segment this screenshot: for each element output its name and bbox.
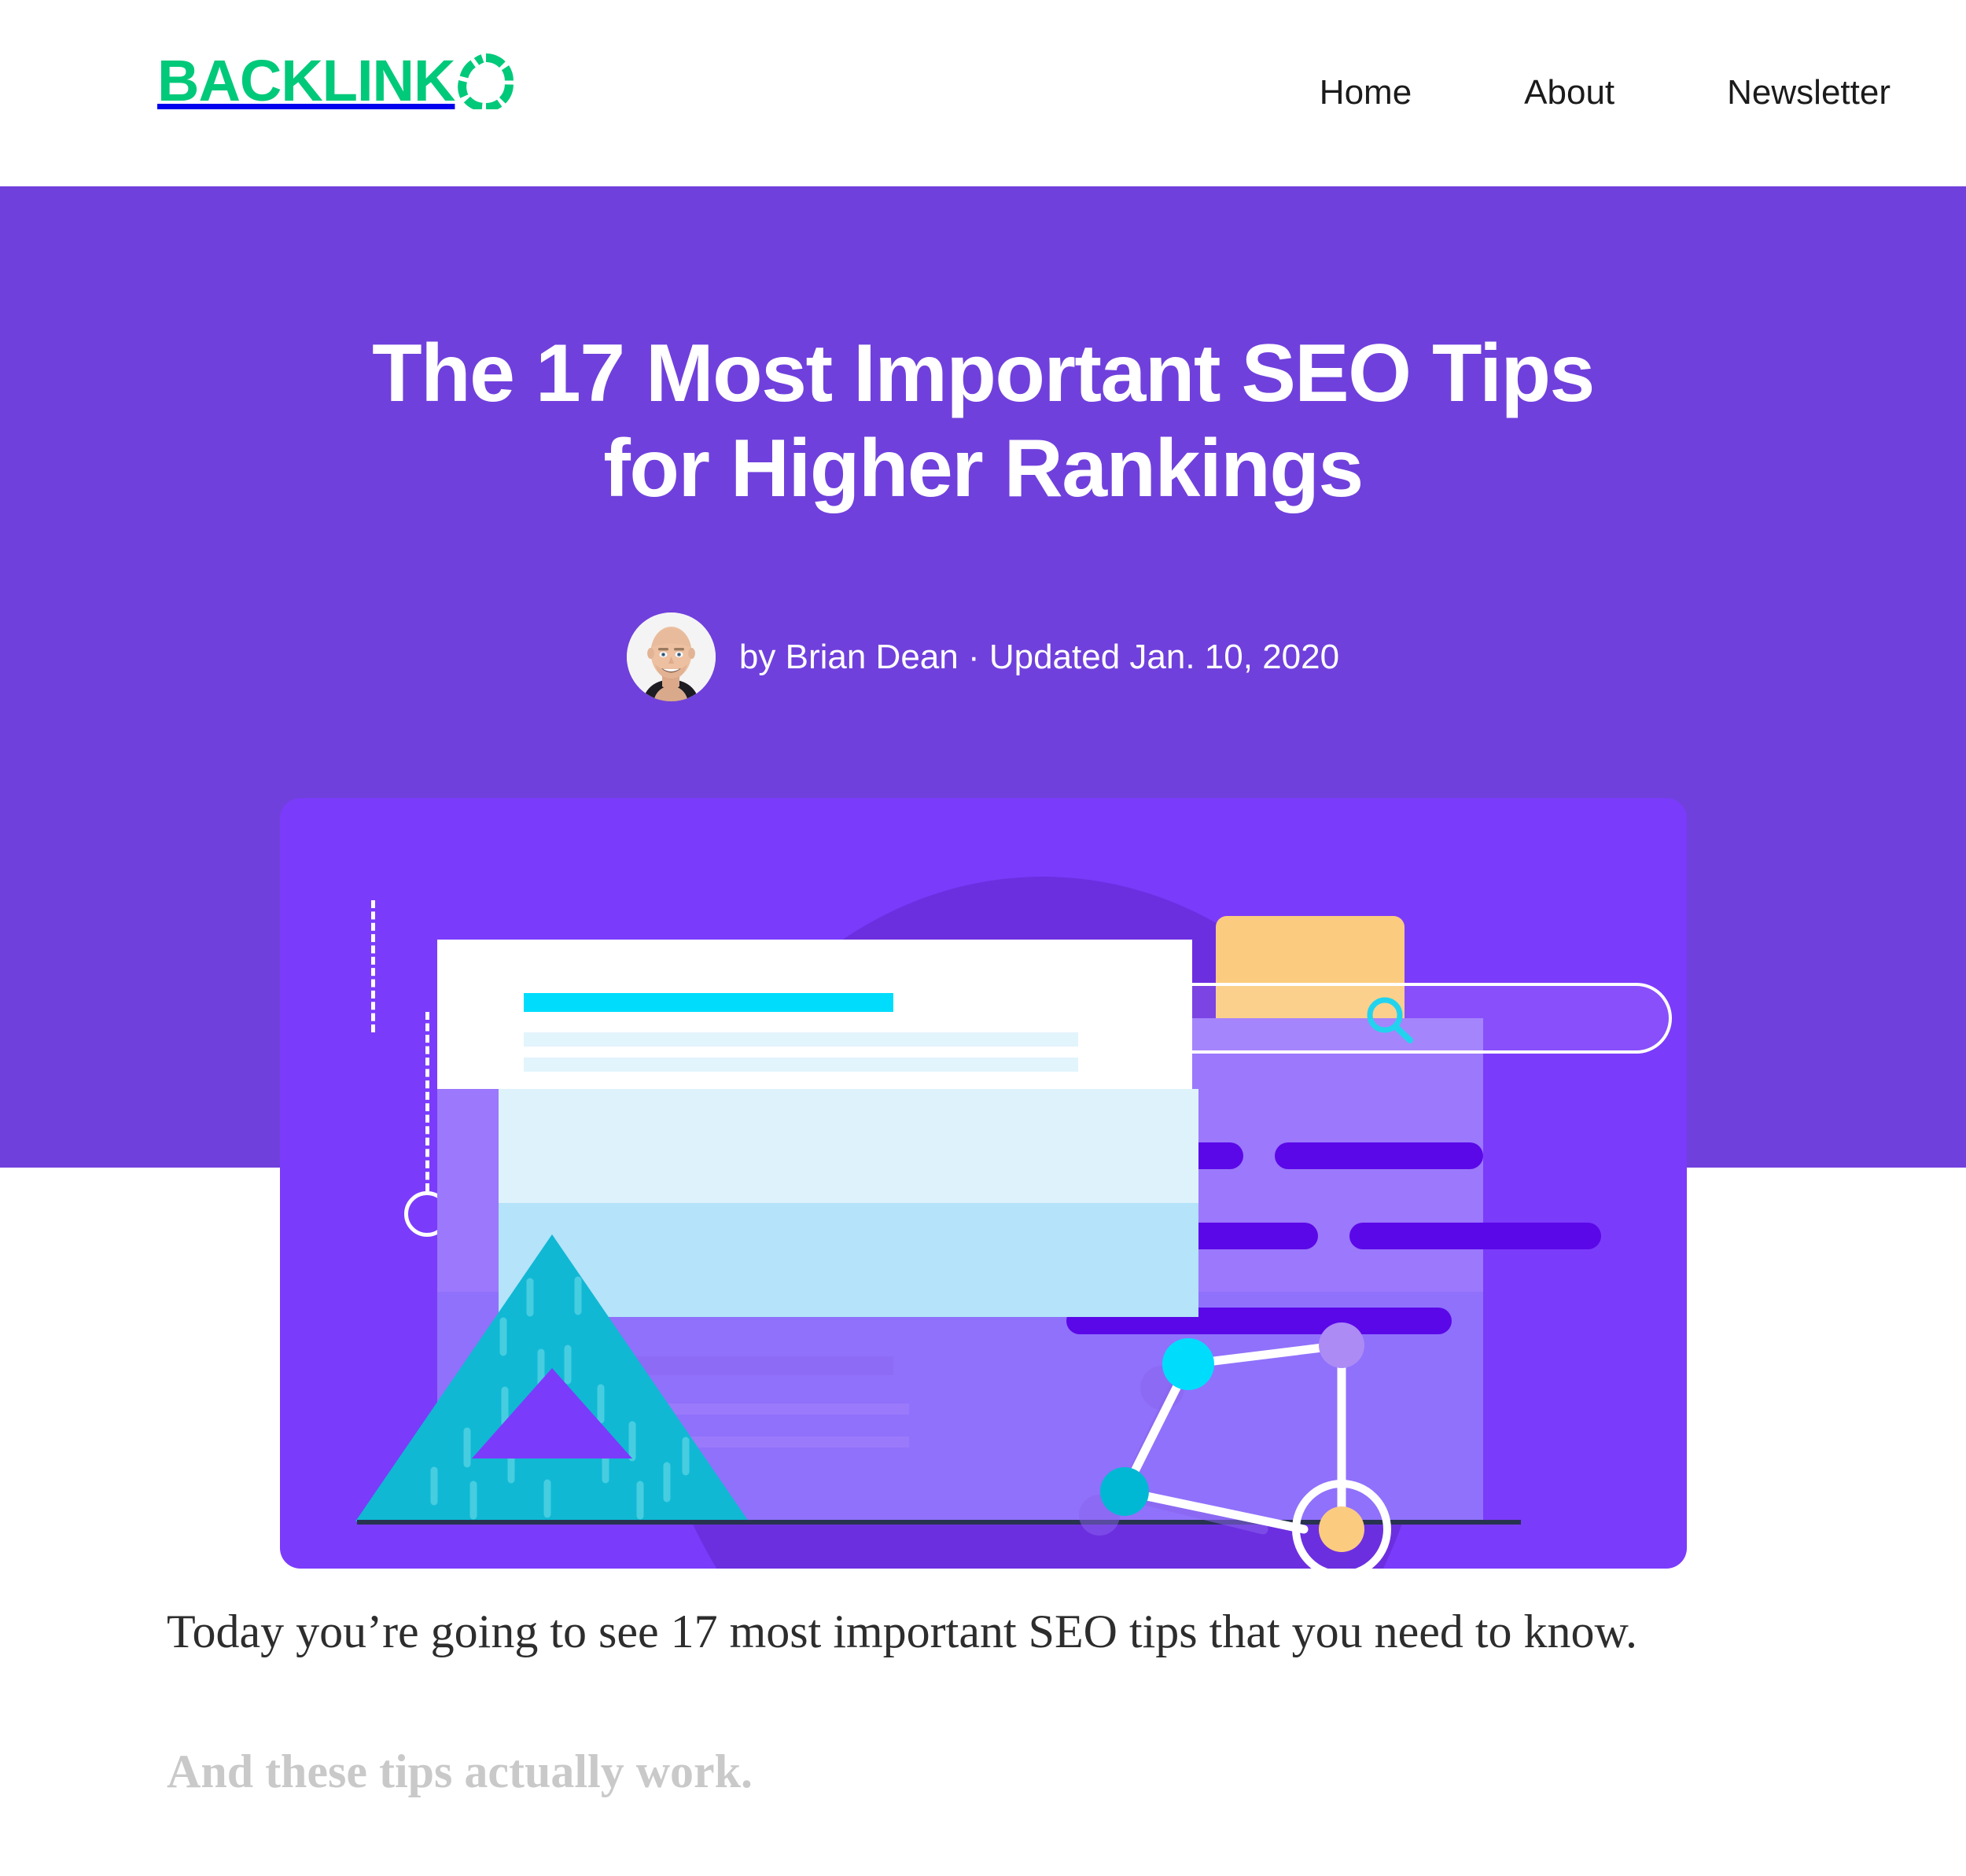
article-body: Today you’re going to see 17 most import… — [167, 1596, 1818, 1876]
hero-illustration — [280, 798, 1687, 1569]
page-title-line-1: The 17 Most Important SEO Tips — [372, 328, 1595, 419]
nav-item-newsletter[interactable]: Newsletter — [1727, 75, 1891, 110]
nav-item-home[interactable]: Home — [1320, 75, 1412, 110]
site-header: BACKLINK Home About Newsletter — [0, 0, 1966, 186]
avatar — [626, 612, 716, 701]
site-logo[interactable]: BACKLINK — [157, 52, 514, 110]
deep-purple-dash — [1275, 1142, 1483, 1169]
article-paragraph-2: And these tips actually work. — [167, 1745, 753, 1797]
node-cyan — [1162, 1338, 1214, 1390]
node-lavender — [1319, 1322, 1364, 1368]
article-paragraph-1: Today you’re going to see 17 most import… — [167, 1606, 1637, 1657]
node-yellow — [1319, 1506, 1364, 1552]
main-navigation: Home About Newsletter — [1320, 75, 1891, 110]
deep-purple-dash — [1349, 1223, 1601, 1249]
segmented-circle-icon — [458, 53, 514, 109]
document-title-bar — [524, 993, 893, 1012]
document-text-line — [524, 1058, 1078, 1072]
dashed-guide-line — [371, 900, 375, 1032]
pale-blue-panel — [499, 1089, 1198, 1203]
page-title: The 17 Most Important SEO Tips for Highe… — [0, 326, 1966, 516]
nav-item-about[interactable]: About — [1524, 75, 1614, 110]
byline-text: by Brian Dean · Updated Jan. 10, 2020 — [738, 637, 1340, 676]
network-node-graph — [1027, 1270, 1625, 1569]
node-teal — [1100, 1467, 1149, 1516]
teal-triangle-shape — [355, 1234, 749, 1521]
page-title-line-2: for Higher Rankings — [603, 422, 1364, 514]
logo-wordmark: BACKLINK — [157, 48, 455, 113]
document-text-line — [524, 1032, 1078, 1047]
byline: by Brian Dean · Updated Jan. 10, 2020 — [0, 612, 1966, 701]
search-icon — [1361, 995, 1424, 1050]
dashed-guide-line — [425, 1012, 429, 1191]
